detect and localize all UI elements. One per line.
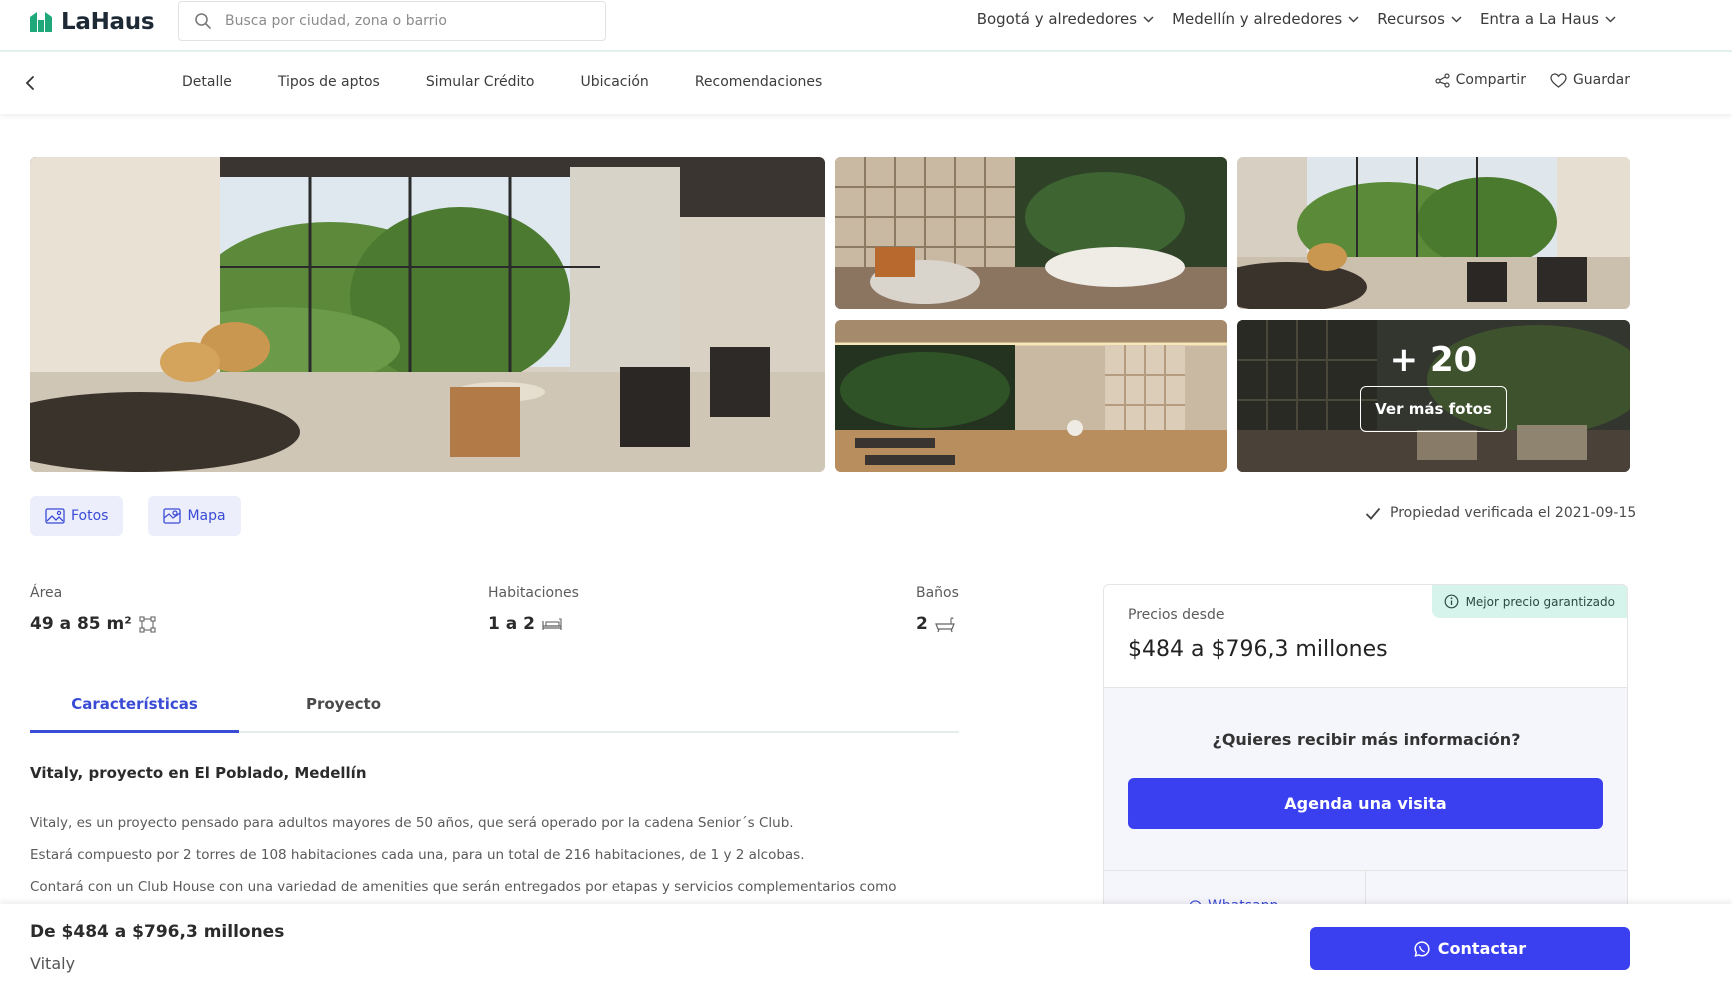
stat-area-label: Área — [30, 585, 63, 601]
price-label: Precios desde — [1128, 607, 1225, 623]
search-icon — [195, 13, 211, 29]
section-link-ubicacion[interactable]: Ubicación — [580, 74, 648, 90]
photo-gallery: + 20 Ver más fotos — [30, 157, 1630, 472]
sticky-bottom-bar: De $484 a $796,3 millones Vitaly Contact… — [0, 904, 1732, 981]
photos-label: Fotos — [71, 508, 109, 524]
nav-medellin-label: Medellín y alrededores — [1172, 10, 1343, 28]
back-arrow-icon[interactable] — [22, 74, 40, 92]
see-more-photos-button[interactable]: Ver más fotos — [1360, 386, 1507, 432]
save-label: Guardar — [1572, 72, 1630, 88]
stat-area: Área 49 a 85 m² — [30, 585, 156, 634]
yoga-room-photo — [835, 320, 1227, 472]
verified-text: Propiedad verificada el 2021-09-15 — [1390, 505, 1637, 521]
chevron-down-icon — [1451, 15, 1462, 23]
lounge-photo — [30, 157, 825, 472]
project-name: Vitaly — [30, 954, 76, 973]
nav-recursos-label: Recursos — [1377, 10, 1445, 28]
nav-recursos[interactable]: Recursos — [1377, 10, 1462, 28]
top-header: LaHaus Bogotá y alrededores Medellín y a… — [0, 0, 1732, 52]
description-paragraph: Estará compuesto por 2 torres de 108 hab… — [30, 847, 805, 863]
stat-baths-value-row: 2 — [916, 614, 959, 634]
stat-rooms-value-row: 1 a 2 — [488, 614, 579, 634]
chevron-down-icon — [1143, 15, 1154, 23]
detail-tabs: Características Proyecto — [30, 685, 959, 733]
share-label: Compartir — [1455, 72, 1526, 88]
stat-baths: Baños 2 — [916, 585, 959, 634]
best-price-text: Mejor precio garantizado — [1465, 594, 1615, 609]
verified-notice: Propiedad verificada el 2021-09-15 — [1365, 505, 1636, 521]
section-link-credito[interactable]: Simular Crédito — [426, 74, 535, 90]
map-button[interactable]: Mapa — [148, 496, 241, 536]
section-tabs: Detalle Tipos de aptos Simular Crédito U… — [182, 74, 822, 90]
stat-rooms: Habitaciones 1 a 2 — [488, 585, 579, 634]
contact-button[interactable]: Contactar — [1310, 927, 1630, 970]
info-icon — [1444, 594, 1458, 609]
bathtub-icon — [934, 616, 955, 632]
more-photos-overlay: + 20 Ver más fotos — [1237, 320, 1630, 472]
area-icon — [139, 615, 156, 633]
media-toggle: Fotos Mapa — [30, 496, 241, 536]
nav-bogota-label: Bogotá y alrededores — [976, 10, 1138, 28]
gallery-photo-more[interactable]: + 20 Ver más fotos — [1237, 320, 1630, 472]
section-link-tipos[interactable]: Tipos de aptos — [278, 74, 380, 90]
dining-photo — [1237, 157, 1630, 309]
price-card: Mejor precio garantizado Precios desde $… — [1103, 584, 1628, 924]
search-box[interactable] — [178, 1, 606, 41]
best-price-badge: Mejor precio garantizado — [1431, 585, 1627, 618]
stat-rooms-label: Habitaciones — [488, 585, 579, 601]
description-paragraph: Contará con un Club House con una varied… — [30, 879, 897, 895]
lahaus-logo[interactable]: LaHaus — [29, 9, 155, 35]
photos-button[interactable]: Fotos — [30, 496, 124, 536]
save-button[interactable]: Guardar — [1550, 72, 1630, 88]
check-icon — [1365, 507, 1381, 520]
map-icon — [163, 508, 182, 524]
nav-login-label: Entra a La Haus — [1479, 10, 1599, 28]
description-title: Vitaly, proyecto en El Poblado, Medellín — [30, 764, 367, 782]
map-label: Mapa — [187, 508, 226, 524]
gallery-photo-2[interactable] — [1237, 157, 1630, 309]
stat-baths-label: Baños — [916, 585, 959, 601]
heart-icon — [1550, 72, 1567, 88]
section-navigation: Detalle Tipos de aptos Simular Crédito U… — [0, 54, 1732, 114]
contact-label: Contactar — [1437, 939, 1527, 958]
page-actions: Compartir Guardar — [1435, 72, 1630, 88]
tab-proyecto[interactable]: Proyecto — [239, 685, 448, 733]
bottom-price: De $484 a $796,3 millones — [30, 922, 285, 942]
nav-bogota[interactable]: Bogotá y alrededores — [977, 10, 1154, 28]
stat-rooms-value: 1 a 2 — [488, 614, 535, 634]
bed-icon — [542, 618, 562, 630]
lead-form-section: ¿Quieres recibir más información? Agenda… — [1104, 687, 1627, 923]
main-photo[interactable] — [30, 157, 825, 472]
nav-medellin[interactable]: Medellín y alrededores — [1172, 10, 1359, 28]
stat-baths-value: 2 — [916, 614, 928, 634]
section-link-recomendaciones[interactable]: Recomendaciones — [695, 74, 823, 90]
top-navigation: Bogotá y alrededores Medellín y alrededo… — [977, 10, 1616, 28]
tab-caracteristicas[interactable]: Características — [30, 685, 239, 733]
price-range: $484 a $796,3 millones — [1128, 637, 1388, 662]
chevron-down-icon — [1348, 15, 1359, 23]
brand-name: LaHaus — [61, 9, 155, 35]
nav-login[interactable]: Entra a La Haus — [1480, 10, 1616, 28]
stat-area-value-row: 49 a 85 m² — [30, 614, 156, 634]
share-button[interactable]: Compartir — [1435, 72, 1526, 88]
search-input[interactable] — [225, 13, 585, 29]
chevron-down-icon — [1605, 15, 1616, 23]
description-paragraph: Vitaly, es un proyecto pensado para adul… — [30, 815, 794, 831]
whatsapp-icon — [1414, 940, 1430, 957]
more-info-question: ¿Quieres recibir más información? — [1212, 730, 1521, 749]
stat-area-value: 49 a 85 m² — [30, 614, 132, 634]
schedule-visit-button[interactable]: Agenda una visita — [1128, 778, 1603, 829]
library-photo — [835, 157, 1227, 309]
image-icon — [45, 508, 65, 524]
house-logo-icon — [30, 12, 52, 32]
share-icon — [1435, 72, 1450, 88]
gallery-photo-3[interactable] — [835, 320, 1227, 472]
section-link-detalle[interactable]: Detalle — [182, 74, 232, 90]
gallery-photo-1[interactable] — [835, 157, 1227, 309]
more-photos-count: + 20 — [1389, 340, 1478, 380]
